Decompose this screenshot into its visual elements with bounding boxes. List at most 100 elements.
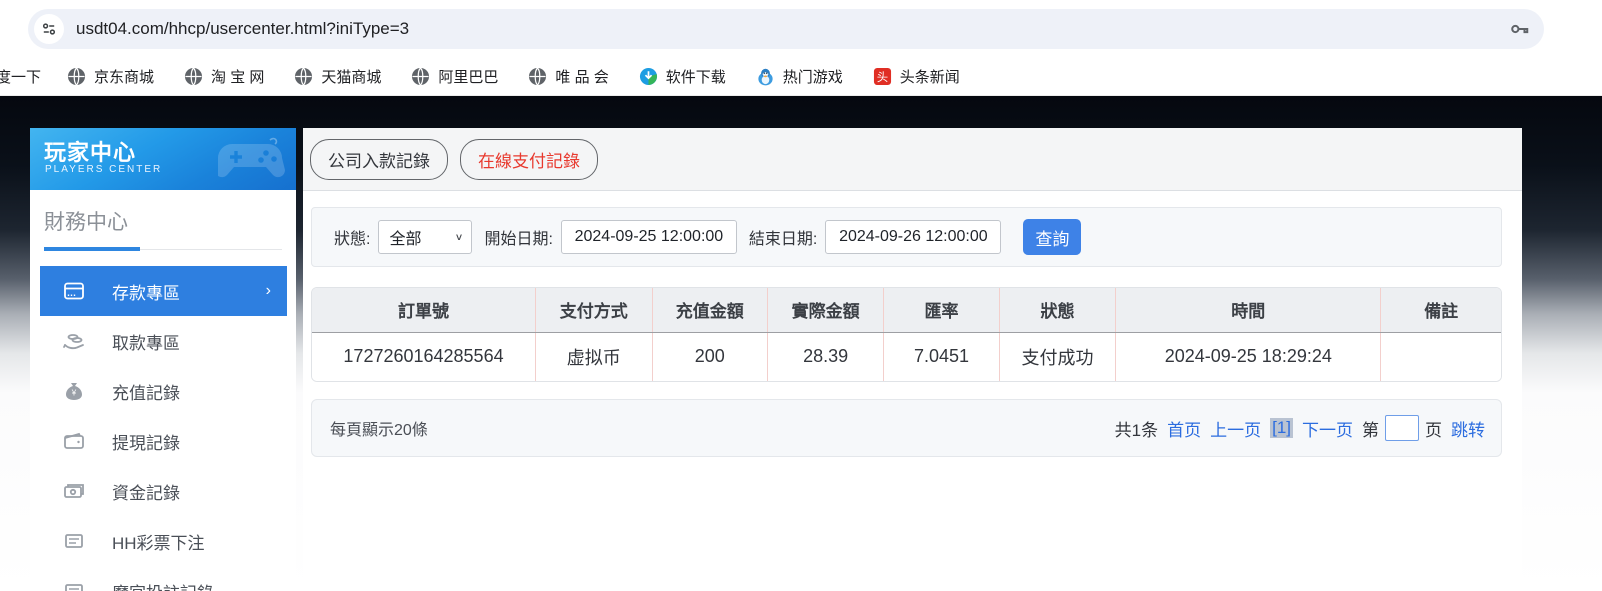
sidebar-item-label: HH彩票下注 (112, 533, 205, 553)
bookmark-label: 热门游戏 (782, 69, 843, 86)
jump-link[interactable]: 跳转 (1451, 416, 1485, 441)
sidebar-item-recharge-record[interactable]: ¥ 充值記錄 (30, 366, 296, 416)
total-count: 共1条 (1114, 420, 1159, 440)
chevron-down-icon: ∨ (454, 231, 464, 243)
list-form-icon (62, 529, 86, 553)
wallet-icon (62, 429, 86, 453)
bookmark-toutiao-news[interactable]: 头 头条新闻 (873, 66, 960, 87)
sidebar-item-funds-record[interactable]: 資金記錄 (30, 466, 296, 516)
bookmark-taobao[interactable]: 淘 宝 网 (184, 66, 264, 87)
chevron-right-icon: › (265, 282, 271, 299)
cell-actual-amount: 28.39 (766, 332, 884, 381)
bookmark-label: 软件下载 (665, 69, 726, 86)
page-number-input[interactable] (1385, 415, 1419, 441)
bookmark-vip[interactable]: 唯 品 会 (528, 66, 609, 87)
tab-online-payment-record[interactable]: 在線支付記錄 (460, 138, 598, 180)
svg-text:头: 头 (877, 71, 888, 84)
browser-toolbar: usdt04.com/hhcp/usercenter.html?iniType=… (0, 0, 1602, 58)
prev-page-link[interactable]: 上一页 (1210, 416, 1261, 441)
tab-company-deposit-record[interactable]: 公司入款記錄 (310, 138, 448, 180)
sidebar-item-game-bet-record[interactable]: 魔宮投註記錄 (30, 566, 296, 591)
globe-icon (295, 67, 313, 86)
filter-bar: 狀態: 全部 ∨ 開始日期: 結束日期: 查詢 (311, 207, 1502, 267)
bookmark-label: 京东商城 (94, 69, 155, 86)
table-row: 1727260164285564 虚拟币 200 28.39 7.0451 支付… (312, 332, 1501, 381)
bookmark-label: 度一下 (0, 69, 42, 86)
bookmark-label: 阿里巴巴 (438, 69, 499, 86)
current-page-indicator: [1] (1270, 418, 1293, 438)
bookmark-software-download[interactable]: 软件下载 (639, 66, 726, 87)
col-recharge-amount: 充值金額 (651, 288, 768, 333)
records-table: 訂單號 支付方式 充值金額 實際金額 匯率 狀態 時間 備註 172726016 (312, 288, 1501, 381)
status-select-value: 全部 (389, 231, 422, 248)
cell-remark (1380, 332, 1501, 381)
col-rate: 匯率 (883, 288, 1000, 333)
bookmark-hot-games[interactable]: 热门游戏 (756, 66, 843, 87)
cell-order-no: 1727260164285564 (312, 332, 536, 381)
search-button[interactable]: 查詢 (1023, 219, 1082, 255)
col-time: 時間 (1115, 288, 1381, 333)
first-page-link[interactable]: 首页 (1167, 416, 1201, 441)
bookmarks-bar: 度一下 京东商城 淘 宝 网 天猫商城 阿里巴巴 唯 品 会 软件下载 热门游戏… (0, 58, 1602, 96)
bookmark-tmall[interactable]: 天猫商城 (294, 66, 381, 87)
finance-center-heading: 財務中心 (44, 211, 128, 234)
col-order-no: 訂單號 (312, 288, 536, 333)
sidebar-item-withdraw[interactable]: 取款專區 (30, 316, 296, 366)
sidebar-subtitle: PLAYERS CENTER (45, 164, 163, 175)
url-text[interactable]: usdt04.com/hhcp/usercenter.html?iniType=… (76, 19, 409, 39)
svg-text:¥: ¥ (71, 389, 77, 398)
panel-content: 狀態: 全部 ∨ 開始日期: 結束日期: 查詢 (303, 191, 1522, 457)
globe-icon (184, 67, 203, 86)
gamepad-icon (218, 137, 286, 178)
cell-status: 支付成功 (998, 332, 1116, 381)
download-icon (639, 67, 657, 86)
start-date-label: 開始日期: (484, 231, 553, 248)
sidebar-item-label: 魔宮投註記錄 (112, 579, 214, 591)
status-label: 狀態: (334, 231, 371, 248)
globe-icon (529, 67, 547, 86)
jump-label-post: 页 (1425, 420, 1442, 440)
sidebar-header: 玩家中心 PLAYERS CENTER (30, 128, 296, 190)
password-key-icon[interactable] (1508, 18, 1530, 40)
sidebar-item-deposit[interactable]: 存款專區 › (40, 266, 287, 316)
sidebar-item-label: 提現記錄 (112, 433, 180, 453)
sidebar-item-label: 資金記錄 (112, 483, 180, 503)
section-divider (44, 247, 282, 252)
end-date-label: 結束日期: (748, 231, 818, 248)
cell-rate: 7.0451 (883, 332, 1000, 381)
bookmark-label: 天猫商城 (321, 69, 382, 86)
cell-pay-method: 虚拟币 (535, 332, 653, 381)
status-select[interactable]: 全部 ∨ (378, 220, 473, 254)
bookmark-label: 唯 品 会 (555, 69, 609, 86)
col-remark: 備註 (1380, 288, 1501, 333)
sidebar-item-label: 取款專區 (112, 333, 180, 353)
address-bar[interactable]: usdt04.com/hhcp/usercenter.html?iniType=… (28, 9, 1544, 49)
list-form-icon (62, 579, 86, 591)
bookmark-jd[interactable]: 京东商城 (67, 66, 154, 87)
records-panel: 公司入款記錄 在線支付記錄 狀態: 全部 ∨ 開始日期: 結束日期: 查詢 (303, 128, 1522, 591)
start-date-input[interactable] (560, 220, 737, 254)
records-table-container: 訂單號 支付方式 充值金額 實際金額 匯率 狀態 時間 備註 172726016 (311, 287, 1502, 382)
bookmark-baidu[interactable]: 度一下 (0, 66, 41, 87)
banknote-icon (62, 479, 86, 503)
sidebar-title: 玩家中心 (44, 140, 137, 165)
site-info-button[interactable] (34, 14, 64, 44)
deposit-card-icon (62, 279, 86, 303)
players-center-sidebar: 玩家中心 PLAYERS CENTER 財務中心 存款專區 › 取款專區 ¥ 充… (30, 128, 296, 591)
toutiao-icon: 头 (873, 67, 891, 86)
col-status: 狀態 (998, 288, 1116, 333)
sidebar-item-hh-lottery-bets[interactable]: HH彩票下注 (30, 516, 296, 566)
penguin-icon (758, 68, 773, 86)
globe-icon (67, 67, 86, 86)
page-background: 玩家中心 PLAYERS CENTER 財務中心 存款專區 › 取款專區 ¥ 充… (0, 96, 1602, 591)
sidebar-item-withdrawal-record[interactable]: 提現記錄 (30, 416, 296, 466)
jump-label-pre: 第 (1362, 420, 1379, 440)
bookmark-label: 淘 宝 网 (211, 69, 265, 86)
col-pay-method: 支付方式 (535, 288, 653, 333)
end-date-input[interactable] (825, 220, 1002, 254)
bookmark-alibaba[interactable]: 阿里巴巴 (411, 66, 498, 87)
globe-icon (412, 67, 430, 86)
next-page-link[interactable]: 下一页 (1302, 416, 1353, 441)
sidebar-item-label: 充值記錄 (112, 383, 180, 403)
cell-time: 2024-09-25 18:29:24 (1115, 332, 1381, 381)
